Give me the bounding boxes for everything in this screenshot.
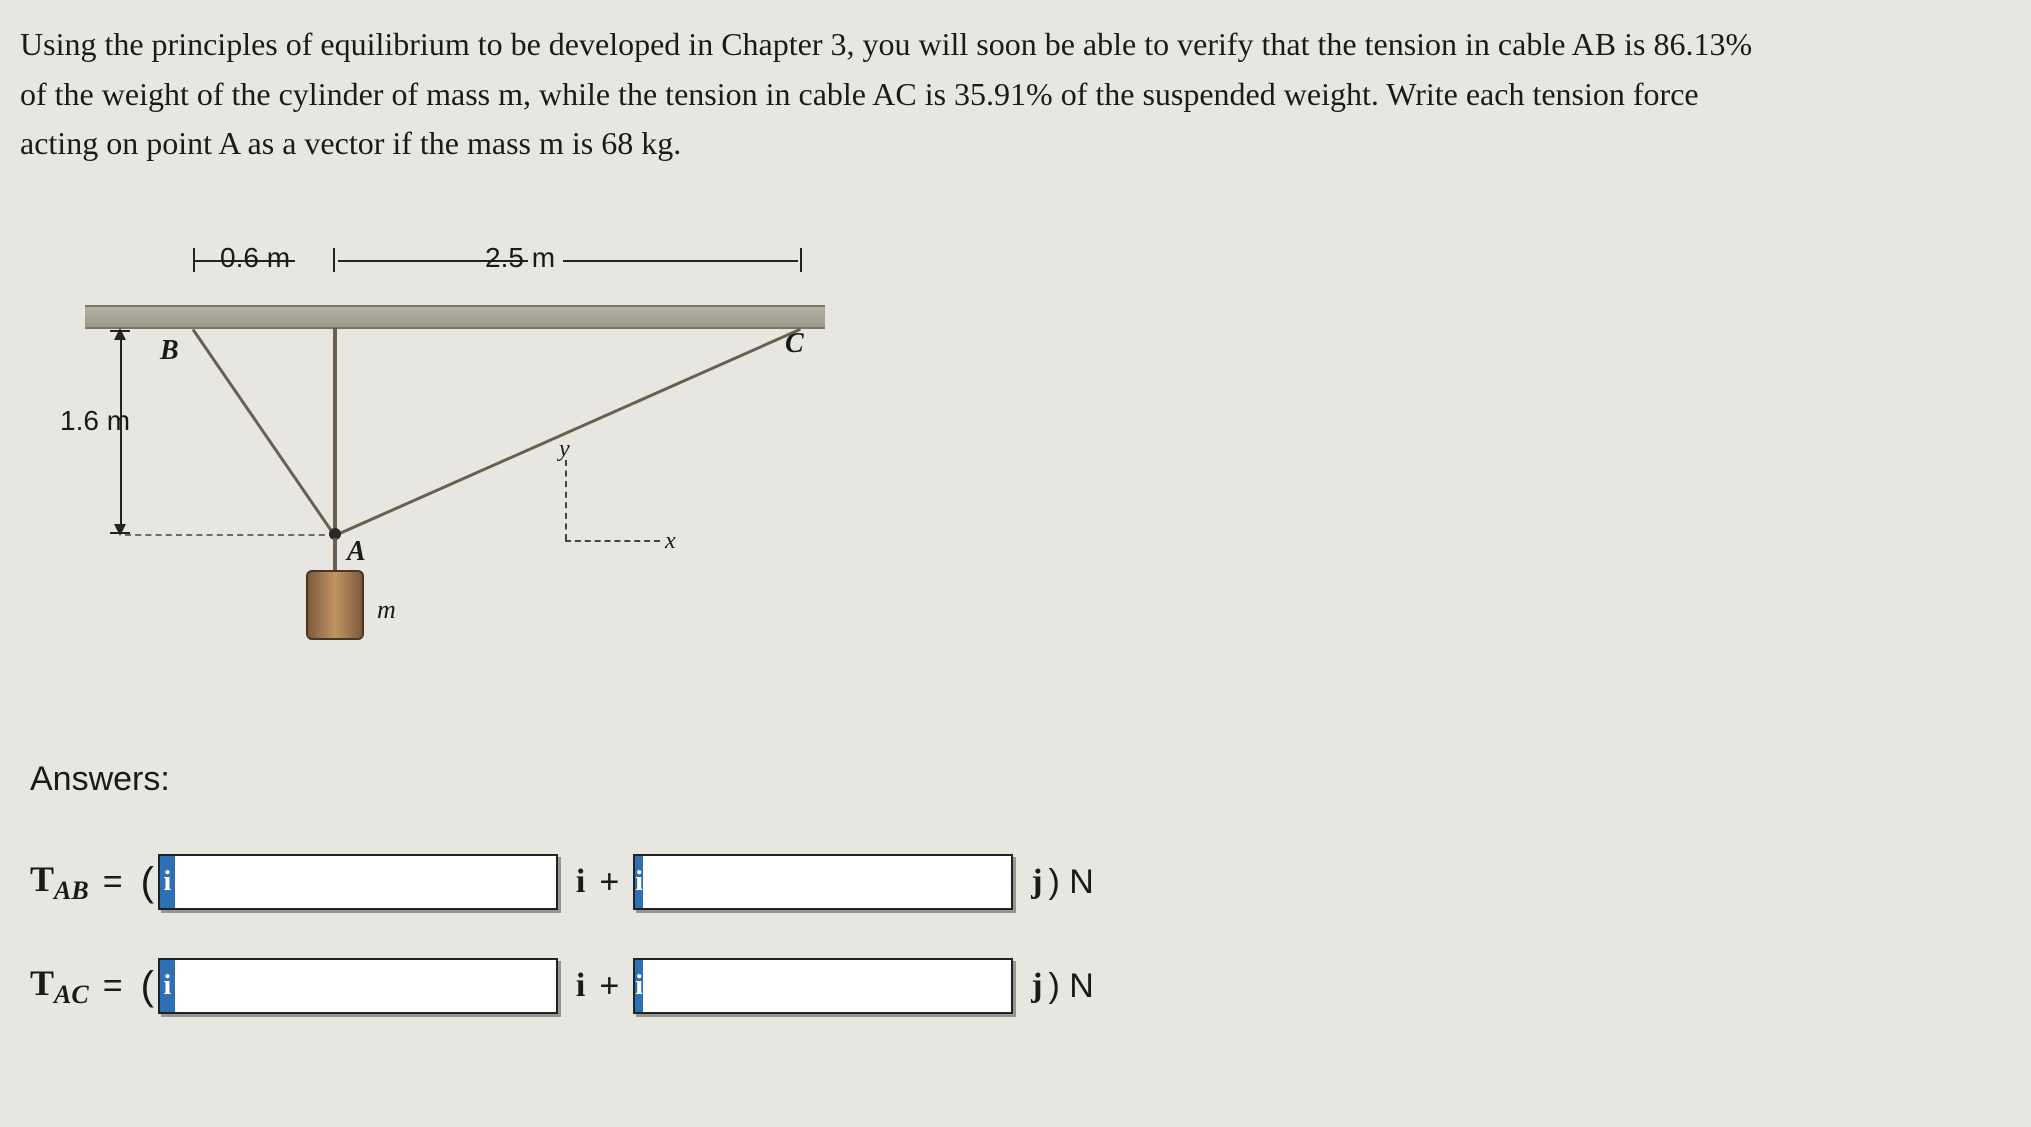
info-icon[interactable]: i bbox=[160, 960, 175, 1012]
point-b-label: B bbox=[160, 335, 179, 367]
tab-j-input-box: i bbox=[633, 854, 1013, 910]
tick bbox=[800, 248, 802, 272]
cylinder-mass bbox=[306, 570, 364, 640]
tab-i-component-input[interactable] bbox=[175, 856, 556, 908]
unit-j: j bbox=[1031, 967, 1042, 1005]
mass-label: m bbox=[377, 595, 396, 625]
ceiling-bar bbox=[85, 305, 825, 329]
t-sub: AC bbox=[54, 980, 89, 1009]
coord-frame: y x bbox=[565, 460, 685, 560]
unit-n: ) N bbox=[1049, 863, 1094, 902]
problem-line-2: of the weight of the cylinder of mass m,… bbox=[20, 76, 1699, 112]
tick bbox=[333, 248, 335, 272]
info-icon[interactable]: i bbox=[635, 960, 643, 1012]
answers-heading: Answers: bbox=[30, 760, 1094, 799]
unit-j: j bbox=[1031, 863, 1042, 901]
t-main: T bbox=[30, 963, 54, 1003]
tac-j-component-input[interactable] bbox=[643, 960, 1024, 1012]
x-axis bbox=[565, 540, 660, 542]
tab-j-component-input[interactable] bbox=[643, 856, 1024, 908]
unit-n: ) N bbox=[1049, 967, 1094, 1006]
tick bbox=[193, 248, 195, 272]
dashed-baseline bbox=[125, 534, 335, 536]
point-a-label: A bbox=[347, 536, 366, 568]
dim-0-6: 0.6 m bbox=[220, 242, 290, 274]
dim-2-5: 2.5 m bbox=[485, 242, 555, 274]
plus: + bbox=[599, 967, 619, 1006]
problem-line-1: Using the principles of equilibrium to b… bbox=[20, 26, 1752, 62]
answer-row-tac: TAC = ( i i + i j) N bbox=[30, 958, 1094, 1014]
open-paren: ( bbox=[141, 860, 154, 905]
answers-section: Answers: TAB = ( i i + i j) N TAC = ( i … bbox=[30, 760, 1094, 1062]
info-icon[interactable]: i bbox=[635, 856, 643, 908]
answer-row-tab: TAB = ( i i + i j) N bbox=[30, 854, 1094, 910]
t-sub: AB bbox=[54, 876, 89, 905]
y-axis bbox=[565, 460, 567, 540]
equals: = bbox=[103, 863, 123, 902]
t-main: T bbox=[30, 859, 54, 899]
dim-line bbox=[563, 260, 798, 262]
problem-statement: Using the principles of equilibrium to b… bbox=[0, 0, 2031, 169]
info-icon[interactable]: i bbox=[160, 856, 175, 908]
y-label: y bbox=[559, 436, 570, 463]
tac-label: TAC bbox=[30, 962, 89, 1010]
hanger bbox=[333, 538, 337, 572]
tab-label: TAB bbox=[30, 858, 89, 906]
problem-line-3: acting on point A as a vector if the mas… bbox=[20, 125, 681, 161]
unit-i: i bbox=[576, 967, 585, 1005]
equals: = bbox=[103, 967, 123, 1006]
cable-ab bbox=[192, 329, 336, 537]
figure: 0.6 m 2.5 m B C 1.6 m A m y x bbox=[85, 250, 865, 670]
vertical-rod bbox=[333, 328, 337, 538]
tab-i-input-box: i bbox=[158, 854, 558, 910]
open-paren: ( bbox=[141, 964, 154, 1009]
unit-i: i bbox=[576, 863, 585, 901]
tac-j-input-box: i bbox=[633, 958, 1013, 1014]
x-label: x bbox=[665, 528, 676, 555]
tac-i-component-input[interactable] bbox=[175, 960, 556, 1012]
tac-i-input-box: i bbox=[158, 958, 558, 1014]
arrowhead-icon bbox=[114, 328, 126, 340]
dim-1-6: 1.6 m bbox=[60, 405, 130, 437]
plus: + bbox=[599, 863, 619, 902]
